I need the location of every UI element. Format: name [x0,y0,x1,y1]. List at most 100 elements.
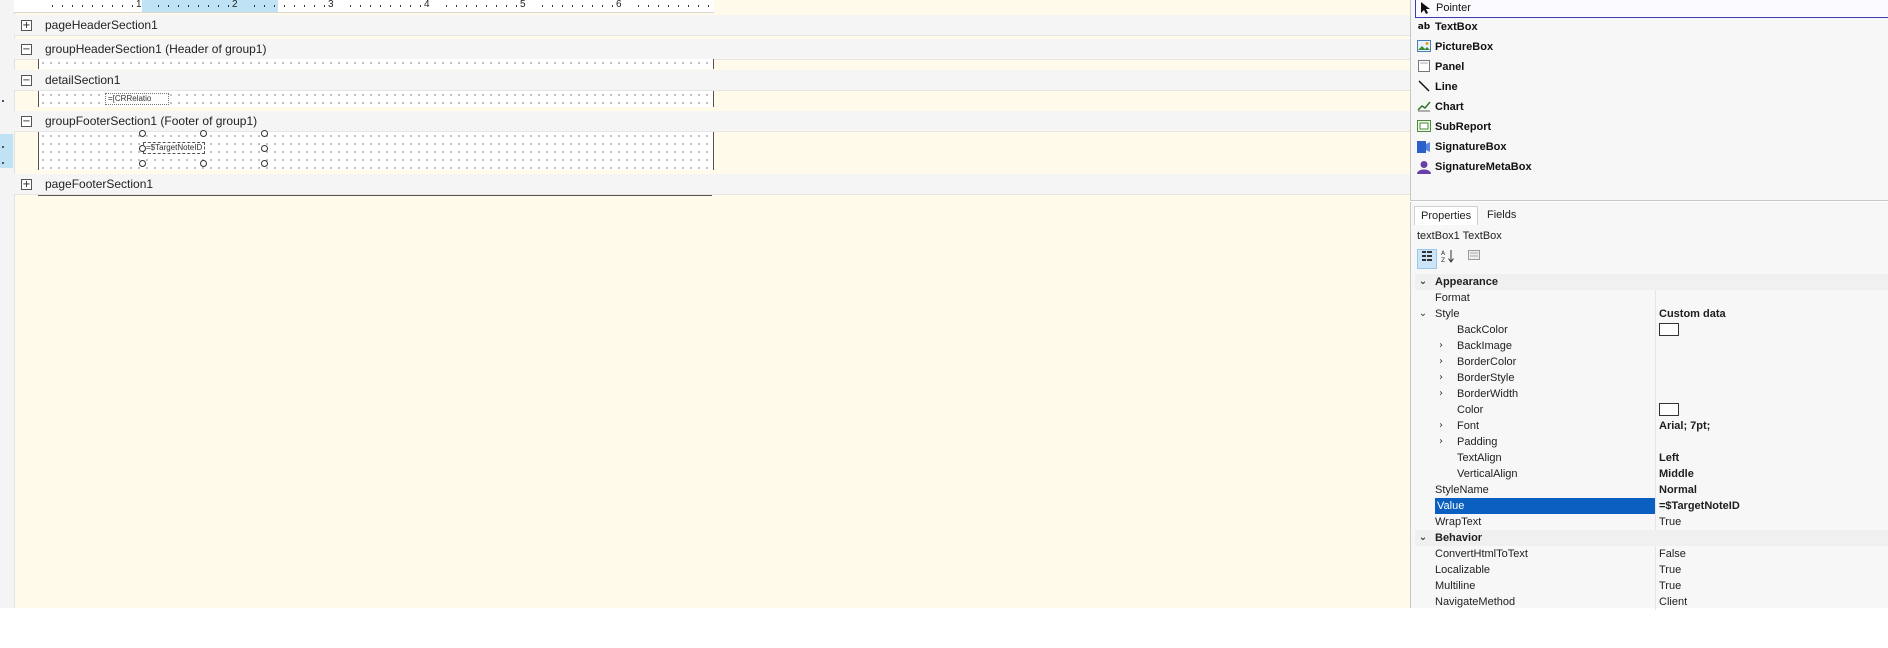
category-label: Behavior [1435,532,1483,544]
collapse-chevron-icon[interactable]: ⌄ [1417,306,1429,322]
resize-handle[interactable] [139,160,146,167]
property-row[interactable]: WrapText True [1415,514,1888,530]
svg-text:A: A [1441,250,1446,257]
collapse-chevron-icon[interactable]: ⌄ [1417,530,1429,546]
toolbox-item-chart[interactable]: Chart [1415,98,1887,116]
property-row[interactable]: Value =$TargetNoteID [1415,498,1888,514]
collapse-toggle[interactable]: − [21,116,32,127]
line-icon [1417,80,1431,94]
categorized-view-button[interactable] [1417,249,1437,269]
band-detail[interactable]: − detailSection1 [14,70,1410,91]
vertical-ruler [0,0,15,608]
collapse-toggle[interactable]: − [21,44,32,55]
pointer-icon [1418,1,1432,15]
property-row[interactable]: Multiline True [1415,578,1888,594]
property-value[interactable]: Client [1655,594,1888,610]
property-value[interactable]: True [1655,578,1888,594]
band-page-footer[interactable]: + pageFooterSection1 [14,174,1410,195]
alphabetical-view-button[interactable]: AZ [1439,249,1457,267]
property-row[interactable]: NavigateMethod Client [1415,594,1888,610]
property-value[interactable]: False [1655,546,1888,562]
detail-area[interactable]: =[CRRelatio [38,91,714,107]
property-row[interactable]: › BackImage [1415,338,1888,354]
property-row[interactable]: › BorderColor [1415,354,1888,370]
property-row[interactable]: › BorderStyle [1415,370,1888,386]
signature-meta-icon [1417,160,1431,174]
toolbox-item-line[interactable]: Line [1415,78,1887,96]
expand-chevron-icon[interactable]: › [1435,386,1447,402]
report-designer-canvas[interactable]: 1 2 3 4 5 6 + pageHeaderSection1 − group… [0,0,1410,608]
property-name: StyleName [1435,484,1489,496]
toolbox-item-signaturebox[interactable]: SignatureBox [1415,138,1887,156]
property-pages-button[interactable] [1465,249,1483,267]
ruler-number: 6 [616,0,622,10]
property-value[interactable]: Arial; 7pt; [1655,418,1888,434]
property-row[interactable]: BackColor [1415,322,1888,338]
toolbox-item-textbox[interactable]: ab TextBox [1415,18,1887,36]
property-value[interactable] [1655,434,1888,450]
property-row[interactable]: StyleName Normal [1415,482,1888,498]
property-row[interactable]: › BorderWidth [1415,386,1888,402]
property-row[interactable]: TextAlign Left [1415,450,1888,466]
expand-chevron-icon[interactable]: › [1435,418,1447,434]
toolbox-item-subreport[interactable]: SubReport [1415,118,1887,136]
property-value[interactable] [1655,402,1888,418]
property-row[interactable]: › Font Arial; 7pt; [1415,418,1888,434]
property-value[interactable] [1655,322,1888,338]
toolbox-item-pointer[interactable]: Pointer [1415,0,1888,18]
property-category[interactable]: ⌄ Appearance [1415,274,1888,290]
property-value[interactable]: Middle [1655,466,1888,482]
resize-handle[interactable] [139,145,146,152]
band-group-footer[interactable]: − groupFooterSection1 (Footer of group1) [14,111,1410,132]
property-value[interactable]: Custom data [1655,306,1888,322]
expand-toggle[interactable]: + [21,179,32,190]
band-label: detailSection1 [45,73,121,87]
resize-handle[interactable] [261,160,268,167]
property-row[interactable]: Color [1415,402,1888,418]
expand-chevron-icon[interactable]: › [1435,338,1447,354]
resize-handle[interactable] [261,130,268,137]
footer-textbox-selected[interactable]: =$TargetNoteID [143,142,205,154]
property-value[interactable] [1655,370,1888,386]
property-value[interactable]: Normal [1655,482,1888,498]
tab-fields[interactable]: Fields [1481,206,1522,224]
property-value[interactable] [1655,290,1888,306]
property-row[interactable]: ConvertHtmlToText False [1415,546,1888,562]
properties-toolbar: AZ [1417,248,1887,269]
property-name: TextAlign [1457,452,1502,464]
expand-toggle[interactable]: + [21,20,32,31]
resize-handle[interactable] [200,160,207,167]
property-value[interactable]: =$TargetNoteID [1655,498,1888,514]
property-value[interactable]: Left [1655,450,1888,466]
group-footer-area[interactable]: =$TargetNoteID [38,130,714,170]
property-row[interactable]: Localizable True [1415,562,1888,578]
group-header-area[interactable] [38,59,714,69]
property-value[interactable]: True [1655,562,1888,578]
resize-handle[interactable] [139,130,146,137]
toolbox-item-panel[interactable]: Panel [1415,58,1887,76]
tab-properties[interactable]: Properties [1414,206,1479,225]
band-group-header[interactable]: − groupHeaderSection1 (Header of group1) [14,39,1410,60]
band-page-header[interactable]: + pageHeaderSection1 [14,15,1410,36]
toolbox-label: TextBox [1435,21,1478,33]
expand-chevron-icon[interactable]: › [1435,354,1447,370]
collapse-toggle[interactable]: − [21,75,32,86]
property-value[interactable]: True [1655,514,1888,530]
toolbox-item-picturebox[interactable]: PictureBox [1415,38,1887,56]
resize-handle[interactable] [261,145,268,152]
resize-handle[interactable] [200,130,207,137]
property-category[interactable]: ⌄ Behavior [1415,530,1888,546]
detail-textbox[interactable]: =[CRRelatio [105,93,169,105]
property-value[interactable] [1655,354,1888,370]
expand-chevron-icon[interactable]: › [1435,370,1447,386]
property-row[interactable]: ⌄ Style Custom data [1415,306,1888,322]
property-row[interactable]: › Padding [1415,434,1888,450]
property-value[interactable] [1655,386,1888,402]
property-row[interactable]: Format [1415,290,1888,306]
collapse-chevron-icon[interactable]: ⌄ [1417,274,1429,290]
property-name: ConvertHtmlToText [1435,548,1528,560]
toolbox-item-signaturemetabox[interactable]: SignatureMetaBox [1415,158,1887,176]
property-value[interactable] [1655,338,1888,354]
property-row[interactable]: VerticalAlign Middle [1415,466,1888,482]
expand-chevron-icon[interactable]: › [1435,434,1447,450]
